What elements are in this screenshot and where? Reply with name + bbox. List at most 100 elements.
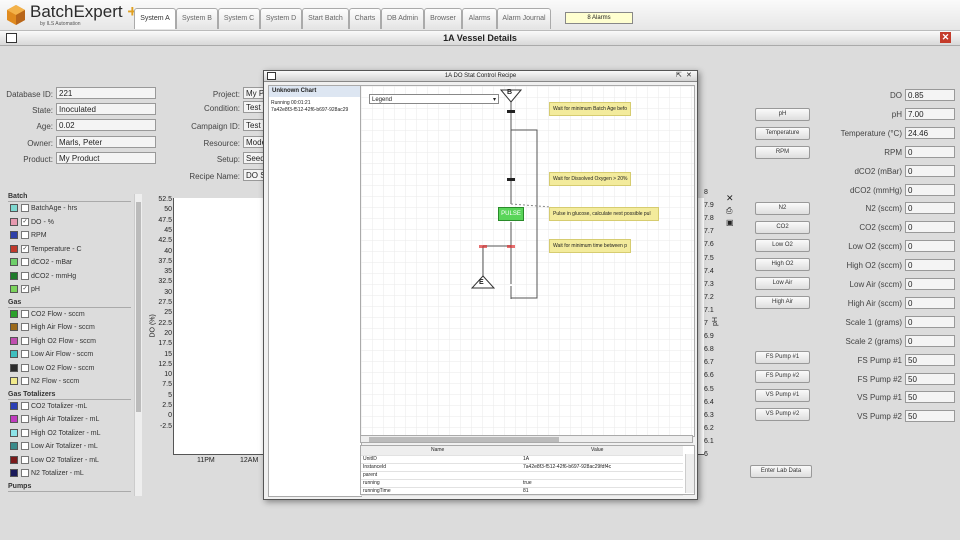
reading-value-field[interactable]: 0 (905, 183, 955, 196)
tab-system-b[interactable]: System B (176, 8, 218, 29)
enter-lab-data-button[interactable]: Enter Lab Data (750, 465, 812, 478)
series-checkbox[interactable] (21, 323, 29, 331)
series-checkbox[interactable]: ✓ (21, 217, 29, 226)
n2-button[interactable]: N2 (755, 202, 810, 215)
series-checkbox[interactable] (21, 309, 29, 318)
legend-select[interactable]: Legend ▾ (369, 94, 499, 104)
ph-button[interactable]: pH (755, 108, 810, 121)
legend-item[interactable]: ✓ Temperature - C (10, 244, 82, 253)
series-checkbox[interactable] (21, 363, 29, 372)
tab-system-d[interactable]: System D (260, 8, 302, 29)
step-note[interactable]: Pulse in glucose, calculate next possibl… (549, 207, 659, 221)
tab-alarm-journal[interactable]: Alarm Journal (497, 8, 551, 29)
reading-value-field[interactable]: 50 (905, 372, 955, 385)
step-note[interactable]: Wait for Dissolved Oxygen > 20% (549, 172, 631, 186)
resource-field[interactable]: Mode (243, 136, 265, 148)
legend-item[interactable]: dCO2 - mmHg (10, 271, 76, 280)
step-note[interactable]: Wait for minimum Batch Age befo (549, 102, 631, 116)
recipe-field[interactable]: DO S (243, 169, 265, 181)
database-id-field[interactable]: 221 (56, 87, 156, 99)
series-checkbox[interactable] (21, 336, 29, 345)
high-o2-button[interactable]: High O2 (755, 258, 810, 271)
tab-system-a[interactable]: System A (134, 8, 176, 29)
scrollbar-thumb[interactable] (369, 437, 559, 442)
series-checkbox[interactable] (21, 258, 29, 266)
series-checkbox[interactable]: ✓ (21, 244, 29, 253)
reading-value-field[interactable]: 0.85 (905, 89, 955, 101)
reading-value-field[interactable]: 0 (905, 315, 955, 328)
reading-value-field[interactable]: 0 (905, 334, 955, 347)
legend-item[interactable]: N2 Flow - sccm (10, 377, 79, 385)
rpm-button[interactable]: RPM (755, 146, 810, 159)
legend-item[interactable]: CO2 Totalizer -mL (10, 401, 87, 410)
legend-item[interactable]: Low Air Flow - sccm (10, 350, 93, 358)
step-note[interactable]: Wait for minimum time between p (549, 239, 631, 253)
legend-scrollbar[interactable] (134, 194, 142, 496)
series-checkbox[interactable]: ✓ (21, 285, 29, 293)
high-air-button[interactable]: High Air (755, 296, 810, 309)
series-checkbox[interactable] (21, 428, 29, 437)
campaign-field[interactable]: Test (243, 119, 265, 131)
tab-charts[interactable]: Charts (349, 8, 381, 29)
legend-item[interactable]: Low O2 Totalizer - mL (10, 455, 99, 464)
reading-value-field[interactable]: 0 (905, 259, 955, 272)
fs-pump-2-button[interactable]: FS Pump #2 (755, 370, 810, 383)
pulse-step[interactable]: PULSE (498, 207, 524, 221)
legend-scrollbar-thumb[interactable] (136, 202, 141, 412)
tab-browser[interactable]: Browser (424, 8, 462, 29)
legend-item[interactable]: High Air Flow - sccm (10, 323, 95, 331)
legend-item[interactable]: Low Air Totalizer - mL (10, 442, 98, 450)
reading-value-field[interactable]: 0 (905, 202, 955, 215)
reading-value-field[interactable]: 0 (905, 164, 955, 177)
legend-item[interactable]: High O2 Flow - sccm (10, 336, 96, 345)
legend-item[interactable]: Low O2 Flow - sccm (10, 363, 94, 372)
reading-value-field[interactable]: 0 (905, 296, 955, 309)
running-time-item[interactable]: Running 00:01:21 (271, 100, 310, 106)
setup-field[interactable]: Seed (243, 152, 265, 164)
age-field[interactable]: 0.02 (56, 119, 156, 131)
series-checkbox[interactable] (21, 442, 29, 450)
reading-value-field[interactable]: 50 (905, 353, 955, 366)
legend-item[interactable]: ✓ pH (10, 285, 40, 293)
sfc-chart-canvas[interactable]: B E PULSE Legend ▾ Wait for minimum Batch… (360, 85, 695, 437)
low-air-button[interactable]: Low Air (755, 277, 810, 290)
owner-field[interactable]: Marls, Peter (56, 136, 156, 148)
instance-id-item[interactable]: 7a42e8f3-f512-42f6-b697-928ac29 (271, 107, 359, 113)
reading-value-field[interactable]: 50 (905, 410, 955, 423)
legend-item[interactable]: High Air Totalizer - mL (10, 415, 99, 423)
tab-start-batch[interactable]: Start Batch (302, 8, 349, 29)
alarm-count-badge[interactable]: 8 Alarms (565, 12, 633, 24)
series-checkbox[interactable] (21, 231, 29, 239)
tab-alarms[interactable]: Alarms (462, 8, 497, 29)
legend-item[interactable]: High O2 Totalizer - mL (10, 428, 101, 437)
condition-field[interactable]: Test (243, 101, 265, 113)
maximize-icon[interactable]: ⇱ (676, 71, 682, 79)
close-icon[interactable]: ✕ (686, 71, 692, 79)
vs-pump-1-button[interactable]: VS Pump #1 (755, 389, 810, 402)
series-checkbox[interactable] (21, 469, 29, 477)
project-field[interactable]: My P (243, 87, 265, 99)
table-scrollbar[interactable] (685, 454, 694, 493)
table-row[interactable]: runningTime 81 (361, 487, 683, 496)
legend-item[interactable]: ✓ DO - % (10, 217, 54, 226)
reading-value-field[interactable]: 0 (905, 278, 955, 290)
series-checkbox[interactable] (21, 455, 29, 464)
recipe-dialog[interactable]: 1A DO Stat Control Recipe ⇱ ✕ Unknown Ch… (263, 70, 698, 500)
reading-value-field[interactable]: 24.46 (905, 126, 955, 139)
legend-item[interactable]: BatchAge - hrs (10, 204, 77, 212)
low-o2-button[interactable]: Low O2 (755, 239, 810, 252)
fs-pump-1-button[interactable]: FS Pump #1 (755, 351, 810, 364)
canvas-horizontal-scrollbar[interactable] (360, 435, 693, 443)
reading-value-field[interactable]: 0 (905, 240, 955, 253)
legend-item[interactable]: RPM (10, 231, 47, 239)
series-checkbox[interactable] (21, 271, 29, 280)
series-checkbox[interactable] (21, 415, 29, 423)
co2-button[interactable]: CO2 (755, 221, 810, 234)
reading-value-field[interactable]: 0 (905, 221, 955, 234)
series-checkbox[interactable] (21, 401, 29, 410)
reading-value-field[interactable]: 7.00 (905, 107, 955, 120)
reading-value-field[interactable]: 50 (905, 391, 955, 404)
series-checkbox[interactable] (21, 204, 29, 212)
close-icon[interactable]: ✕ (940, 32, 951, 43)
series-checkbox[interactable] (21, 350, 29, 358)
